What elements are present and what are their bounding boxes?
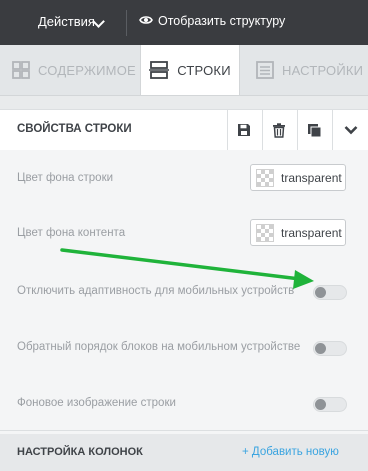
actions-menu-label[interactable]: Действия (38, 14, 95, 29)
row-bg-image-toggle[interactable] (313, 397, 347, 412)
row-bg-image: Фоновое изображение строки (0, 374, 368, 431)
collapse-button[interactable] (332, 110, 368, 150)
save-button[interactable] (227, 110, 260, 150)
toolbar-divider (126, 10, 127, 36)
tab-settings[interactable]: НАСТРОЙКИ (256, 45, 363, 95)
toggle-knob (315, 399, 326, 410)
row-bg-color: Цвет фона строки transparent (0, 150, 368, 207)
chevron-down-icon (344, 126, 358, 135)
tab-content-label: СОДЕРЖИМОЕ (38, 62, 136, 78)
content-bg-color-label: Цвет фона контента (17, 227, 126, 239)
tab-rows-label: СТРОКИ (177, 62, 231, 78)
transparent-swatch-icon (256, 168, 274, 187)
reverse-mobile-order-label: Обратный порядок блоков на мобильном уст… (17, 341, 301, 353)
toggle-knob (315, 287, 326, 298)
add-new-column-link[interactable]: + Добавить новую (242, 446, 339, 458)
save-icon (238, 124, 250, 136)
panel-title: СВОЙСТВА СТРОКИ (17, 123, 132, 135)
settings-doc-icon (256, 61, 274, 79)
content-bg-color-picker[interactable]: transparent (250, 219, 346, 246)
trash-icon (273, 122, 285, 138)
panel-header: СВОЙСТВА СТРОКИ (0, 109, 368, 151)
tab-bar: СОДЕРЖИМОЕ СТРОКИ НАСТРОЙКИ (0, 45, 368, 96)
rows-icon (149, 61, 170, 79)
row-properties-panel: СВОЙСТВА СТРОКИ Цвет фона строки transpa… (0, 109, 368, 471)
content-bg-color-value: transparent (281, 225, 342, 240)
tab-content[interactable]: СОДЕРЖИМОЕ (12, 45, 136, 95)
tab-settings-label: НАСТРОЙКИ (282, 62, 364, 78)
grid-icon (12, 61, 30, 79)
eye-icon[interactable] (139, 13, 153, 27)
row-bg-color-value: transparent (281, 170, 342, 185)
toggle-knob (315, 343, 326, 354)
row-bg-image-label: Фоновое изображение строки (17, 397, 176, 409)
top-toolbar: Действия Отобразить структуру (0, 0, 368, 45)
columns-settings-title: НАСТРОЙКА КОЛОНОК (17, 446, 143, 458)
disable-mobile-responsive-toggle[interactable] (313, 285, 347, 300)
disable-mobile-responsive-label: Отключить адаптивность для мобильных уст… (17, 285, 295, 297)
copy-icon (307, 123, 321, 137)
disable-mobile-responsive: Отключить адаптивность для мобильных уст… (0, 262, 368, 319)
row-bg-color-label: Цвет фона строки (17, 172, 114, 184)
reverse-mobile-order-toggle[interactable] (313, 341, 347, 356)
reverse-mobile-order: Обратный порядок блоков на мобильном уст… (0, 318, 368, 375)
columns-settings-header: НАСТРОЙКА КОЛОНОК + Добавить новую (0, 434, 368, 471)
tab-rows[interactable]: СТРОКИ (140, 45, 240, 95)
row-bg-color-picker[interactable]: transparent (250, 164, 346, 191)
delete-button[interactable] (262, 110, 295, 150)
duplicate-button[interactable] (297, 110, 330, 150)
content-bg-color: Цвет фона контента transparent (0, 206, 368, 263)
transparent-swatch-icon (256, 223, 274, 242)
show-structure-button[interactable]: Отобразить структуру (158, 14, 285, 28)
